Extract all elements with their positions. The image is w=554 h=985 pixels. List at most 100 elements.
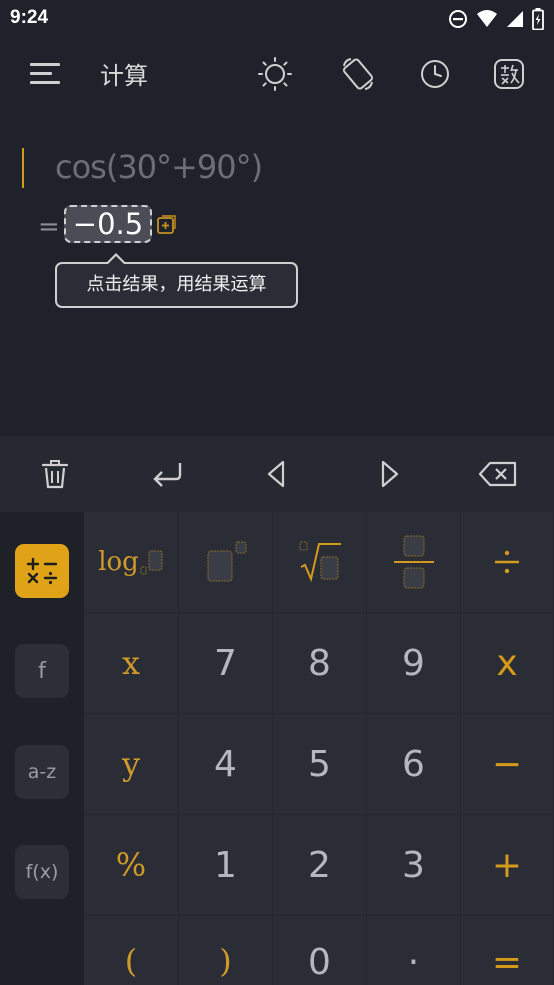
key-plus[interactable]: + (461, 815, 554, 916)
menu-button[interactable] (30, 58, 66, 90)
key-decimal-point-label: · (407, 942, 420, 983)
clock-icon (421, 60, 449, 88)
rotate-screen-button[interactable] (340, 56, 376, 92)
number-mode-button[interactable] (491, 56, 527, 92)
triangle-left-icon (267, 460, 285, 488)
key-close-paren-label: ) (219, 942, 232, 980)
power-exponent-icon (207, 541, 246, 582)
divide-icon (495, 550, 519, 574)
category-custom-functions-label: f(x) (25, 861, 59, 883)
key-open-paren-label: ( (124, 942, 138, 980)
triangle-right-icon (381, 460, 399, 488)
battery-icon (532, 8, 544, 30)
key-root[interactable] (273, 512, 367, 613)
key-7[interactable]: 7 (179, 613, 273, 714)
key-percent[interactable]: % (84, 815, 179, 916)
equals-sign: = (38, 212, 60, 242)
arithmetic-operators-icon (26, 557, 58, 585)
number-glyph-icon (494, 59, 524, 89)
enter-button[interactable] (147, 454, 187, 494)
edit-toolbar (0, 436, 554, 512)
return-arrow-icon (153, 463, 182, 487)
key-0[interactable]: 0 (273, 916, 367, 985)
history-button[interactable] (417, 56, 453, 92)
key-log[interactable]: log (84, 512, 179, 613)
key-minus-label: − (491, 743, 523, 785)
key-2[interactable]: 2 (273, 815, 367, 916)
status-time: 9:24 (10, 7, 49, 28)
hamburger-menu-icon (30, 63, 60, 84)
tooltip-arrow-fill (108, 256, 124, 264)
key-0-label: 0 (308, 942, 331, 983)
expression-text[interactable]: cos(30°+90°) (55, 148, 263, 186)
result-text: −0.5 (72, 207, 144, 241)
do-not-disturb-icon (449, 10, 467, 28)
page-title: 计算 (100, 62, 148, 90)
key-equals[interactable]: = (461, 916, 554, 985)
cursor-left-button[interactable] (256, 454, 296, 494)
hint-tooltip: 点击结果，用结果运算 (55, 262, 298, 308)
trash-icon (41, 460, 69, 489)
key-multiply-label: x (496, 642, 518, 684)
key-7-label: 7 (214, 642, 237, 684)
sun-icon (258, 57, 292, 91)
key-decimal-point[interactable]: · (367, 916, 461, 985)
key-5[interactable]: 5 (273, 714, 367, 815)
signal-icon (507, 11, 523, 27)
theme-toggle-button[interactable] (257, 56, 293, 92)
key-plus-label: + (491, 844, 523, 886)
add-to-clipboard-icon (157, 215, 176, 234)
category-functions-label: f (38, 658, 46, 684)
key-fraction[interactable] (367, 512, 461, 613)
backspace-button[interactable] (478, 454, 518, 494)
key-divide[interactable] (461, 512, 554, 613)
key-log-label: log (98, 547, 139, 577)
key-9[interactable]: 9 (367, 613, 461, 714)
text-cursor (22, 148, 24, 188)
wifi-icon (477, 10, 497, 27)
tooltip-text: 点击结果，用结果运算 (86, 274, 267, 295)
key-close-paren[interactable]: ) (179, 916, 273, 985)
category-basic-ops[interactable] (15, 544, 69, 598)
backspace-icon (478, 461, 517, 487)
key-multiply[interactable]: x (461, 613, 554, 714)
clear-button[interactable] (35, 454, 75, 494)
key-8-label: 8 (308, 642, 331, 684)
key-9-label: 9 (402, 642, 425, 684)
app-bar: 计算 (0, 38, 554, 112)
category-variables-label: a-z (27, 761, 57, 783)
key-6[interactable]: 6 (367, 714, 461, 815)
key-variable-x[interactable]: x (84, 613, 179, 714)
category-custom-functions[interactable]: f(x) (15, 845, 69, 899)
category-variables[interactable]: a-z (15, 745, 69, 799)
key-variable-y[interactable]: y (84, 714, 179, 815)
key-1-label: 1 (214, 844, 237, 886)
key-3[interactable]: 3 (367, 815, 461, 916)
key-6-label: 6 (402, 743, 425, 785)
result-value[interactable]: −0.5 (64, 205, 152, 243)
key-minus[interactable]: − (461, 714, 554, 815)
key-8[interactable]: 8 (273, 613, 367, 714)
cursor-right-button[interactable] (370, 454, 410, 494)
key-5-label: 5 (308, 743, 331, 785)
fraction-icon (393, 535, 434, 589)
status-icons (448, 8, 544, 30)
expression-area[interactable]: cos(30°+90°) = −0.5 点击结果，用结果运算 (0, 112, 554, 436)
key-variable-y-label: y (121, 745, 141, 783)
keypad: log x 7 8 9 x y 4 5 6 − % 1 2 3 + () 0 … (84, 512, 554, 985)
category-column: f a-z f(x) (0, 512, 84, 985)
key-4[interactable]: 4 (179, 714, 273, 815)
key-power[interactable] (179, 512, 273, 613)
status-bar: 9:24 (0, 0, 554, 38)
copy-result-button[interactable] (156, 215, 176, 235)
key-percent-label: % (115, 846, 147, 884)
key-1[interactable]: 1 (179, 815, 273, 916)
key-equals-label: = (491, 942, 523, 983)
key-3-label: 3 (402, 844, 425, 886)
key-4-label: 4 (214, 743, 237, 785)
key-open-paren[interactable]: ( (84, 916, 179, 985)
key-2-label: 2 (308, 844, 331, 886)
screen-rotation-icon (342, 58, 374, 90)
category-functions[interactable]: f (15, 644, 69, 698)
key-variable-x-label: x (121, 644, 141, 682)
